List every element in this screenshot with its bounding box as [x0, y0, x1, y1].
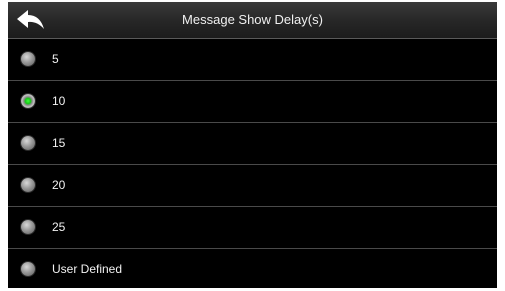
- option-user-defined[interactable]: User Defined: [8, 249, 497, 288]
- option-label: 25: [52, 220, 66, 234]
- option-label: User Defined: [52, 262, 123, 276]
- back-arrow-icon: [17, 10, 44, 29]
- radio-indicator: [21, 136, 35, 150]
- option-label: 10: [52, 94, 66, 108]
- delay-options-list: 5 10 15 20 25 User Defined: [8, 39, 497, 288]
- back-button[interactable]: [8, 2, 54, 38]
- radio-indicator: [21, 178, 35, 192]
- option-label: 15: [52, 136, 66, 150]
- radio-indicator: [21, 52, 35, 66]
- option-20[interactable]: 20: [8, 165, 497, 207]
- option-label: 5: [52, 52, 59, 66]
- option-5[interactable]: 5: [8, 39, 497, 81]
- radio-indicator: [21, 220, 35, 234]
- option-label: 20: [52, 178, 66, 192]
- option-15[interactable]: 15: [8, 123, 497, 165]
- option-25[interactable]: 25: [8, 207, 497, 249]
- device-screen: Message Show Delay(s) 5 10 15 20 25 User…: [8, 2, 497, 288]
- option-10[interactable]: 10: [8, 81, 497, 123]
- page-title: Message Show Delay(s): [182, 12, 323, 27]
- header-bar: Message Show Delay(s): [8, 2, 497, 39]
- radio-indicator: [21, 262, 35, 276]
- radio-indicator-selected: [21, 94, 35, 108]
